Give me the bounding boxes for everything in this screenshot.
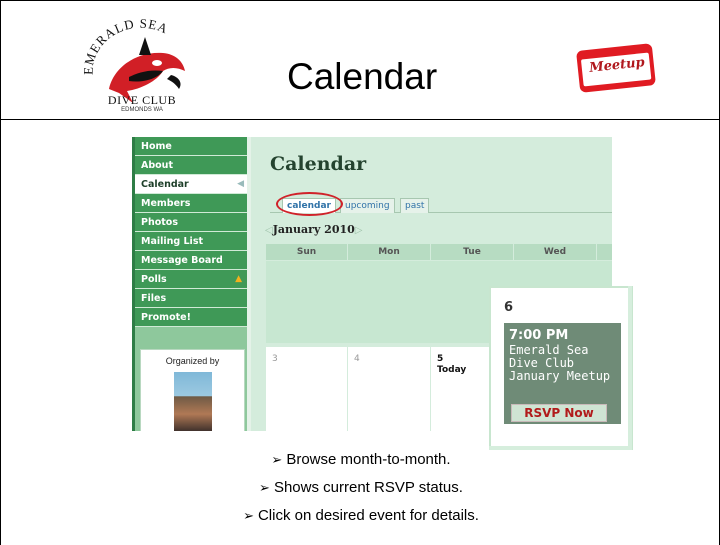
event-title[interactable]: Emerald Sea Dive Club January Meetup — [509, 344, 619, 383]
sidebar-item-label: Mailing List — [141, 236, 204, 247]
calendar-cell[interactable]: 4 — [348, 347, 430, 431]
header-divider — [1, 119, 719, 120]
rsvp-button[interactable]: RSVP Now — [511, 404, 607, 422]
sidebar-item-polls[interactable]: Polls ▲ — [135, 270, 247, 289]
sidebar-item-home[interactable]: Home — [135, 137, 247, 156]
sidebar-item-label: Photos — [141, 217, 178, 228]
sidebar-item-about[interactable]: About — [135, 156, 247, 175]
sidebar-item-mailing-list[interactable]: Mailing List — [135, 232, 247, 251]
sidebar-item-files[interactable]: Files — [135, 289, 247, 308]
event-card[interactable]: 7:00 PM Emerald Sea Dive Club January Me… — [504, 323, 621, 424]
event-popup[interactable]: 6 7:00 PM Emerald Sea Dive Club January … — [489, 286, 633, 450]
warning-icon: ▲ — [235, 274, 242, 284]
logo-name: DIVE CLUB — [107, 93, 177, 107]
today-label: Today — [437, 365, 467, 375]
day-header-mon: Mon — [348, 244, 430, 260]
tab-upcoming[interactable]: upcoming — [340, 198, 395, 213]
arrow-bullet-icon: ➢ — [243, 508, 254, 523]
sidebar-item-calendar[interactable]: Calendar ◀ — [135, 175, 247, 194]
prev-month-arrow-icon[interactable]: ◁ — [265, 225, 273, 236]
bullet-item: ➢ Click on desired event for details. — [1, 507, 720, 524]
sidebar-item-photos[interactable]: Photos — [135, 213, 247, 232]
bullet-item: ➢ Browse month-to-month. — [1, 451, 720, 468]
next-month-arrow-icon[interactable]: ▷ — [355, 225, 363, 236]
sidebar-item-label: Home — [141, 141, 172, 152]
day-header-wed: Wed — [514, 244, 596, 260]
sidebar-item-label: Polls — [141, 274, 167, 285]
organizer-box: Organized by — [140, 349, 245, 431]
calendar-cell[interactable]: 3 — [266, 347, 347, 431]
day-number-value: 5 — [437, 354, 444, 364]
tab-past[interactable]: past — [400, 198, 430, 213]
sidebar-item-label: Files — [141, 293, 167, 304]
day-number: 4 — [354, 354, 360, 364]
organizer-photo[interactable] — [174, 372, 212, 431]
popup-date: 6 — [504, 300, 514, 315]
bullet-text: Click on desired event for details. — [257, 507, 479, 524]
sidebar: Home About Calendar ◀ Members Photos Mail… — [135, 137, 247, 431]
page-title: Calendar — [270, 153, 367, 175]
arrow-bullet-icon: ➢ — [271, 452, 283, 467]
event-time: 7:00 PM — [509, 328, 569, 343]
day-header-tue: Tue — [431, 244, 513, 260]
bullet-item: ➢ Shows current RSVP status. — [1, 479, 720, 496]
organized-by-label: Organized by — [165, 356, 220, 366]
meetup-badge: Meetup — [574, 43, 658, 93]
slide-title: Calendar — [287, 56, 438, 97]
active-caret-icon: ◀ — [237, 179, 244, 189]
sidebar-item-label: About — [141, 160, 173, 171]
arrow-bullet-icon: ➢ — [259, 480, 270, 495]
sidebar-item-label: Calendar — [141, 179, 189, 190]
bullet-text: Shows current RSVP status. — [273, 479, 463, 496]
sidebar-item-members[interactable]: Members — [135, 194, 247, 213]
month-label: January 2010 — [272, 223, 355, 236]
day-number: 5 Today — [437, 354, 466, 375]
slide: EMERALD SEA DIVE CLUB EDMONDS WA Calenda… — [0, 0, 720, 545]
sidebar-item-label: Promote! — [141, 312, 191, 323]
logo-location: EDMONDS WA — [121, 107, 163, 113]
sidebar-item-label: Message Board — [141, 255, 223, 266]
day-header-sun: Sun — [266, 244, 347, 260]
sidebar-item-label: Members — [141, 198, 191, 209]
sidebar-item-message-board[interactable]: Message Board — [135, 251, 247, 270]
popup-shadow-right — [628, 286, 632, 446]
day-header-thu — [597, 244, 612, 260]
popup-shadow-bottom — [489, 446, 632, 450]
sidebar-item-promote[interactable]: Promote! — [135, 308, 247, 327]
bullet-text: Browse month-to-month. — [286, 451, 451, 468]
emerald-sea-logo: EMERALD SEA DIVE CLUB EDMONDS WA — [79, 16, 203, 121]
month-navigator: ◁January 2010▷ — [265, 223, 363, 236]
highlight-circle — [276, 192, 343, 216]
day-number: 3 — [272, 354, 278, 364]
